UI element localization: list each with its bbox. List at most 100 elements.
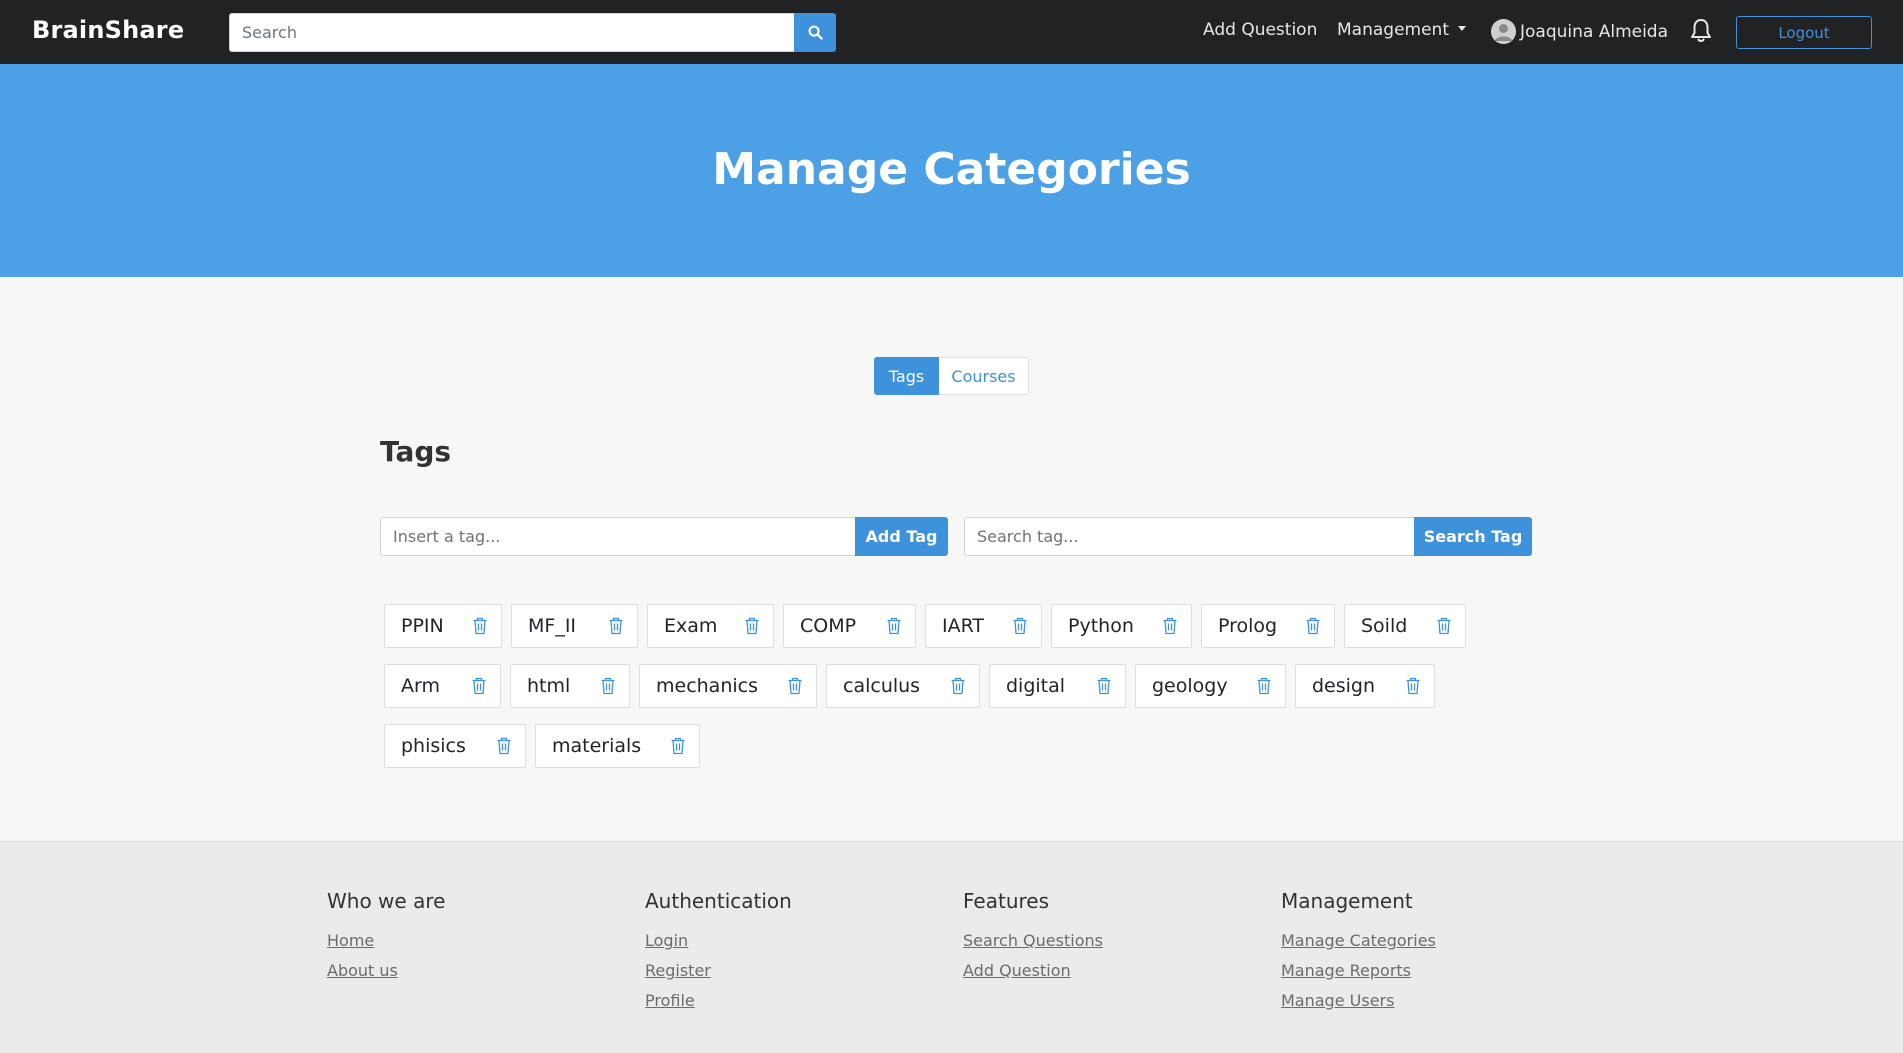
- trash-icon[interactable]: [1256, 677, 1272, 695]
- footer-col-auth: Authentication Login Register Profile: [645, 889, 792, 1016]
- brand-logo[interactable]: BrainShare: [32, 16, 184, 44]
- trash-icon[interactable]: [950, 677, 966, 695]
- tag-list: PPIN MF_II Exam COMP IART Python Prolog …: [384, 604, 1524, 784]
- footer-link-manage-categories[interactable]: Manage Categories: [1281, 926, 1436, 956]
- tag-label: html: [527, 675, 571, 697]
- tag-label: Python: [1068, 615, 1134, 637]
- footer-heading: Authentication: [645, 889, 792, 913]
- footer-link-manage-reports[interactable]: Manage Reports: [1281, 956, 1436, 986]
- footer-link-add-question[interactable]: Add Question: [963, 956, 1103, 986]
- tag-label: Prolog: [1218, 615, 1278, 637]
- trash-icon[interactable]: [1162, 617, 1178, 635]
- footer-link-login[interactable]: Login: [645, 926, 792, 956]
- tag-item: Exam: [647, 604, 774, 648]
- user-name: Joaquina Almeida: [1520, 21, 1669, 42]
- search-tag-input[interactable]: [964, 517, 1414, 556]
- search-icon: [808, 25, 823, 40]
- tag-row: phisics materials: [384, 724, 1524, 768]
- tag-item: mechanics: [639, 664, 817, 708]
- trash-icon[interactable]: [608, 617, 624, 635]
- page-title: Manage Categories: [712, 144, 1191, 195]
- tag-row: Arm html mechanics calculus digital geol…: [384, 664, 1524, 708]
- footer-link-about[interactable]: About us: [327, 956, 445, 986]
- tag-label: Soild: [1361, 615, 1408, 637]
- insert-tag-input[interactable]: [380, 517, 855, 556]
- tag-label: Arm: [401, 675, 440, 697]
- trash-icon[interactable]: [472, 617, 488, 635]
- tag-item: COMP: [783, 604, 916, 648]
- footer-heading: Management: [1281, 889, 1413, 913]
- bell-icon[interactable]: [1689, 17, 1713, 45]
- category-toggle: Tags Courses: [874, 357, 1029, 395]
- footer-link-search-questions[interactable]: Search Questions: [963, 926, 1103, 956]
- tag-label: IART: [942, 615, 985, 637]
- trash-icon[interactable]: [886, 617, 902, 635]
- tag-item: PPIN: [384, 604, 502, 648]
- tag-item: phisics: [384, 724, 526, 768]
- search-tag-button[interactable]: Search Tag: [1414, 517, 1532, 556]
- tag-label: materials: [552, 735, 642, 757]
- trash-icon[interactable]: [1012, 617, 1028, 635]
- trash-icon[interactable]: [1436, 617, 1452, 635]
- tab-courses[interactable]: Courses: [939, 357, 1029, 395]
- navbar-search: [229, 13, 836, 52]
- footer: Who we are Home About us Authentication …: [0, 841, 1903, 1053]
- tag-item: MF_II: [511, 604, 638, 648]
- nav-management-label: Management: [1337, 20, 1449, 40]
- tag-label: calculus: [843, 675, 921, 697]
- tag-label: Exam: [664, 615, 718, 637]
- tag-item: Prolog: [1201, 604, 1335, 648]
- footer-col-management: Management Manage Categories Manage Repo…: [1281, 889, 1436, 1016]
- tag-label: PPIN: [401, 615, 444, 637]
- footer-col-who: Who we are Home About us: [327, 889, 445, 986]
- tag-item: design: [1295, 664, 1435, 708]
- trash-icon[interactable]: [670, 737, 686, 755]
- trash-icon[interactable]: [1305, 617, 1321, 635]
- tag-label: MF_II: [528, 615, 577, 637]
- user-avatar-icon: [1491, 19, 1516, 44]
- tag-label: mechanics: [656, 675, 758, 697]
- tag-item: Arm: [384, 664, 501, 708]
- trash-icon[interactable]: [471, 677, 487, 695]
- nav-management-dropdown[interactable]: Management: [1337, 20, 1466, 40]
- tag-item: Python: [1051, 604, 1192, 648]
- footer-link-register[interactable]: Register: [645, 956, 792, 986]
- tag-item: calculus: [826, 664, 980, 708]
- chevron-down-icon: [1458, 25, 1466, 31]
- footer-heading: Who we are: [327, 889, 446, 913]
- add-tag-button[interactable]: Add Tag: [855, 517, 948, 556]
- logout-button[interactable]: Logout: [1736, 16, 1872, 49]
- footer-link-home[interactable]: Home: [327, 926, 445, 956]
- tag-label: geology: [1152, 675, 1228, 697]
- tag-label: COMP: [800, 615, 857, 637]
- tag-row: PPIN MF_II Exam COMP IART Python Prolog …: [384, 604, 1524, 648]
- tab-tags[interactable]: Tags: [874, 357, 939, 395]
- tag-item: IART: [925, 604, 1042, 648]
- trash-icon[interactable]: [496, 737, 512, 755]
- footer-heading: Features: [963, 889, 1049, 913]
- nav-add-question[interactable]: Add Question: [1203, 20, 1317, 40]
- tag-item: geology: [1135, 664, 1286, 708]
- nav-user-profile[interactable]: Joaquina Almeida: [1491, 19, 1668, 44]
- add-tag-group: Add Tag: [380, 517, 948, 556]
- navbar-search-button[interactable]: [794, 13, 836, 52]
- tag-label: design: [1312, 675, 1376, 697]
- search-tag-group: Search Tag: [964, 517, 1532, 556]
- footer-link-profile[interactable]: Profile: [645, 986, 792, 1016]
- tag-item: html: [510, 664, 630, 708]
- footer-col-features: Features Search Questions Add Question: [963, 889, 1103, 986]
- footer-link-manage-users[interactable]: Manage Users: [1281, 986, 1436, 1016]
- tag-item: materials: [535, 724, 700, 768]
- trash-icon[interactable]: [600, 677, 616, 695]
- tag-item: Soild: [1344, 604, 1466, 648]
- trash-icon[interactable]: [1096, 677, 1112, 695]
- trash-icon[interactable]: [1405, 677, 1421, 695]
- tag-label: digital: [1006, 675, 1066, 697]
- navbar-search-input[interactable]: [229, 13, 794, 52]
- trash-icon[interactable]: [744, 617, 760, 635]
- trash-icon[interactable]: [787, 677, 803, 695]
- tag-label: phisics: [401, 735, 466, 757]
- hero-banner: Manage Categories: [0, 64, 1903, 277]
- tags-section-title: Tags: [380, 435, 452, 468]
- tag-item: digital: [989, 664, 1126, 708]
